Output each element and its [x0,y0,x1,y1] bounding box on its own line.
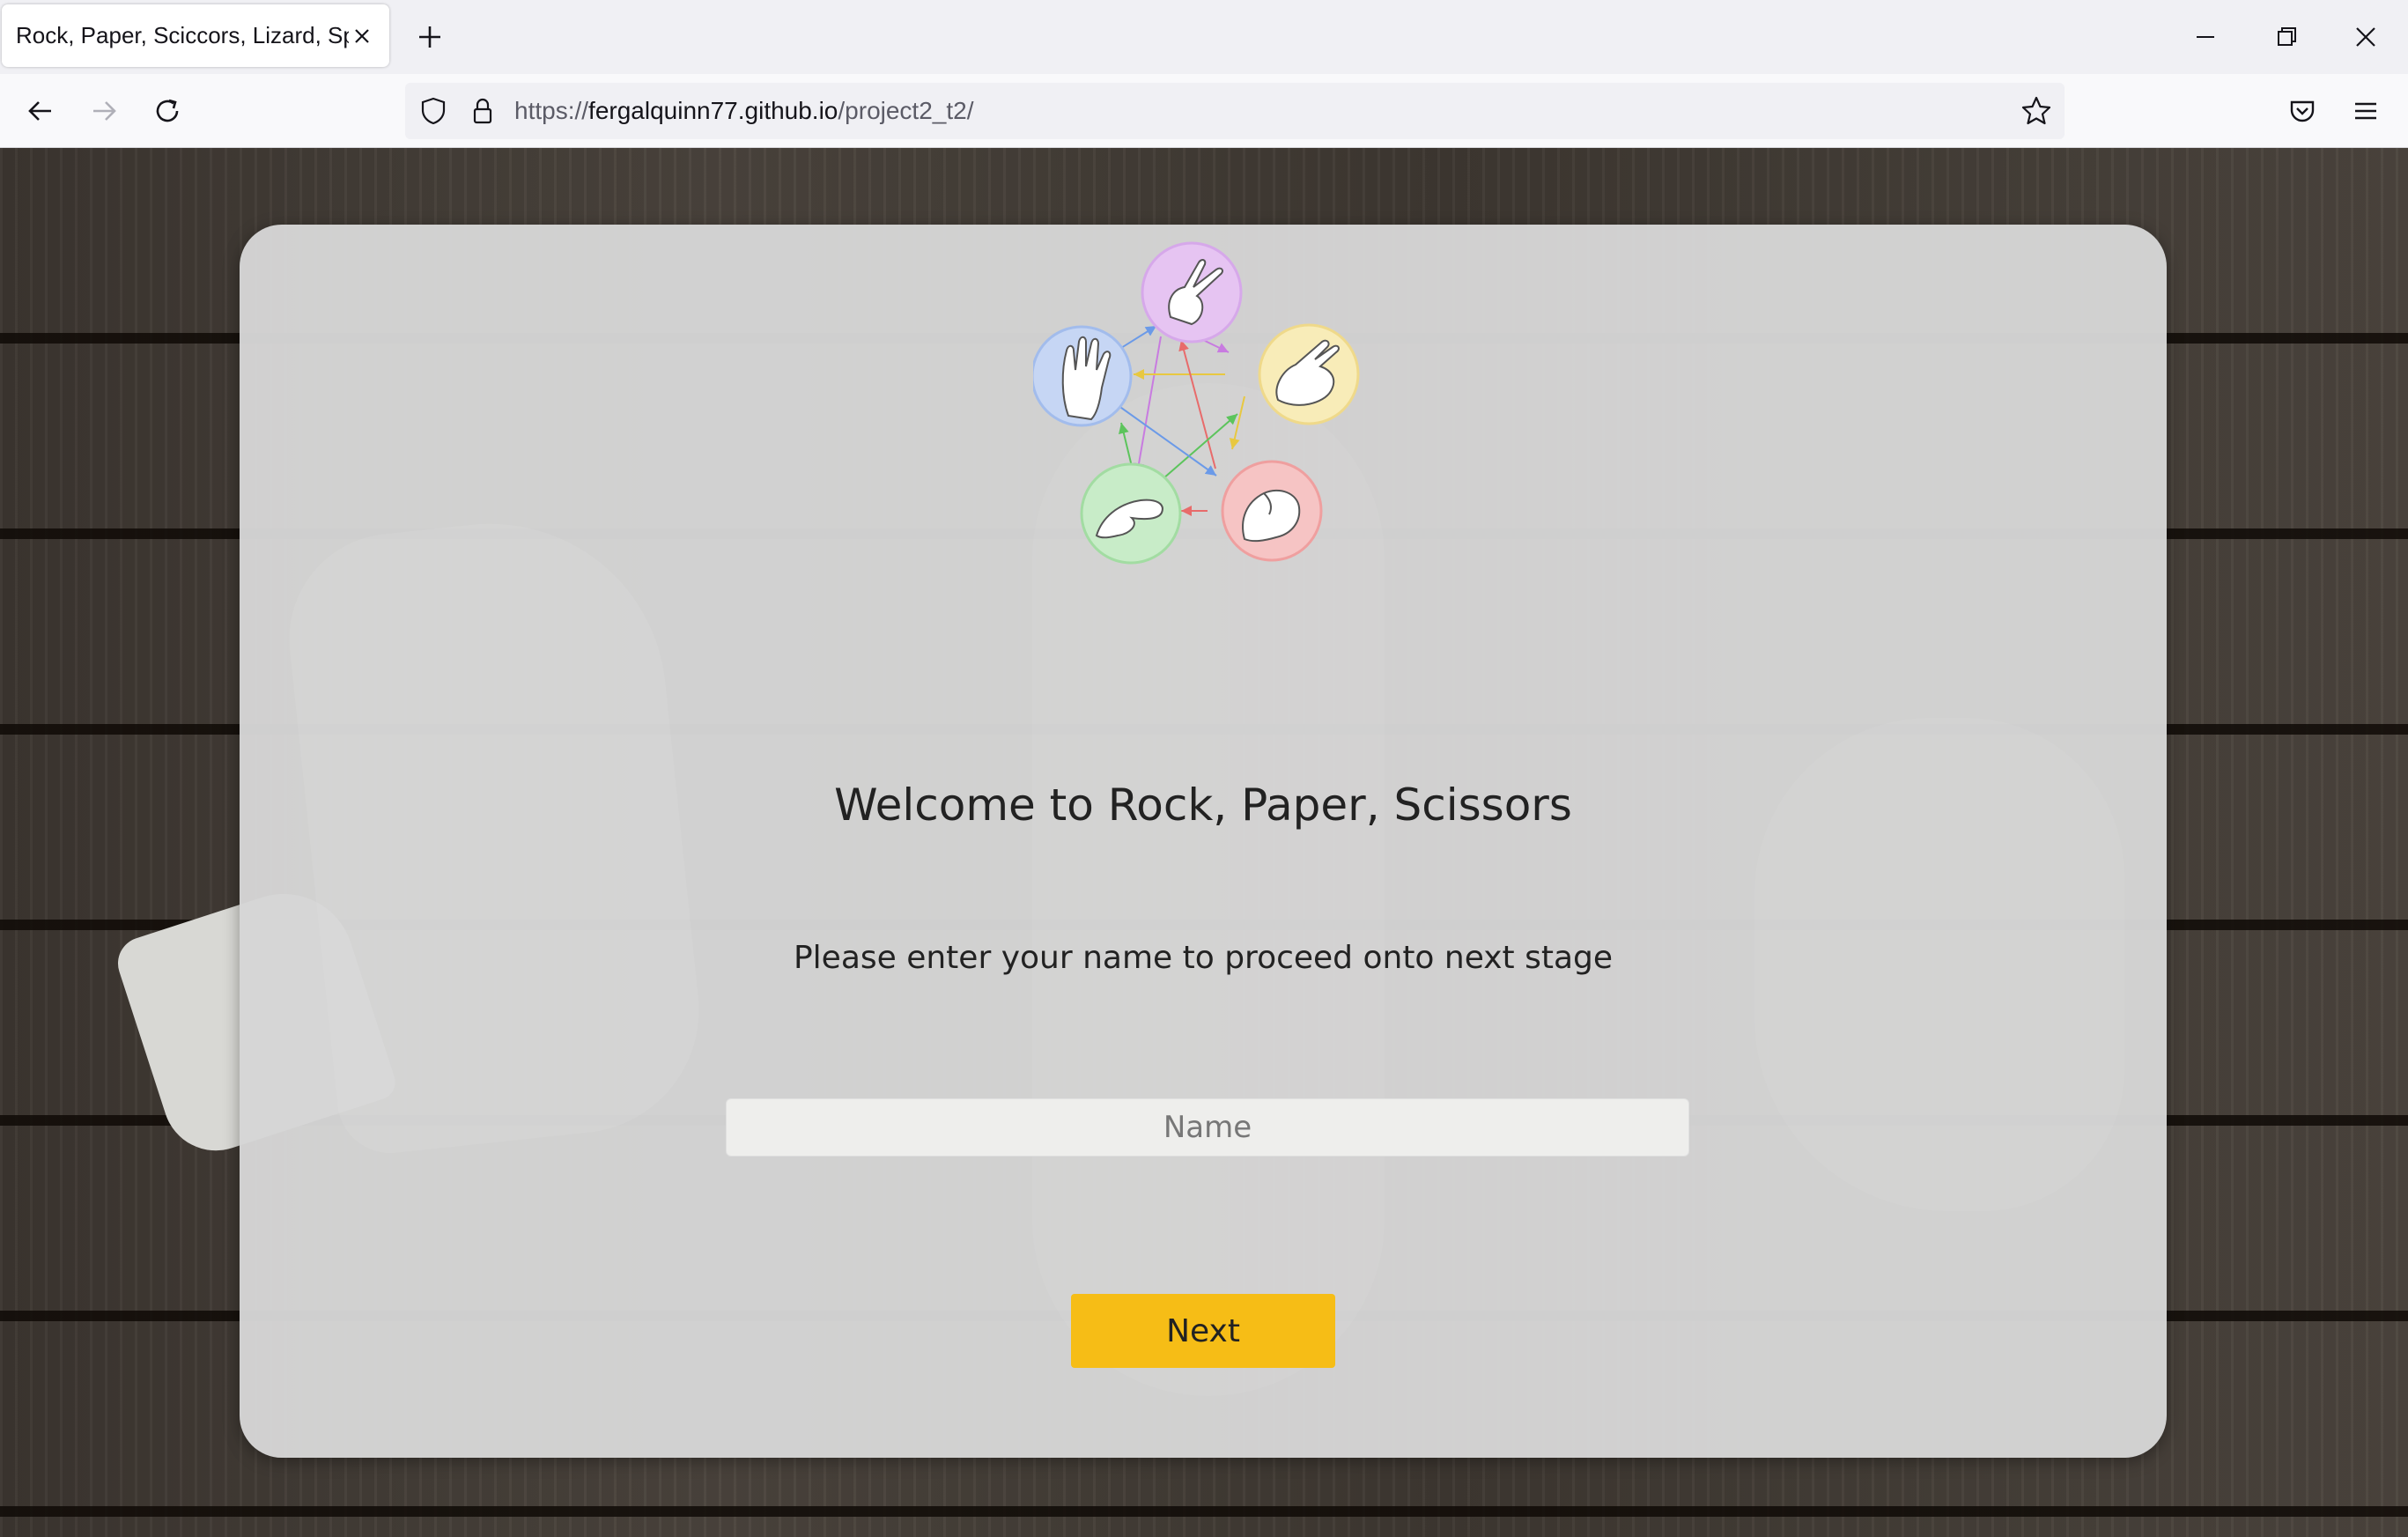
shield-icon[interactable] [417,95,449,127]
welcome-card: Welcome to Rock, Paper, Scissors Please … [240,225,2167,1458]
browser-tab-bar: Rock, Paper, Sciccors, Lizard, Spock [0,0,2408,74]
url-scheme: https:// [514,97,589,124]
url-bar[interactable]: https://fergalquinn77.github.io/project2… [405,83,2065,139]
close-tab-icon[interactable] [349,23,375,49]
close-window-icon[interactable] [2346,18,2385,56]
name-prompt: Please enter your name to proceed onto n… [793,940,1614,976]
pocket-icon[interactable] [2283,92,2322,130]
menu-icon[interactable] [2346,92,2385,130]
next-button[interactable]: Next [1071,1294,1335,1368]
watermark-paper [278,506,712,1159]
minimize-icon[interactable] [2186,18,2225,56]
paper-node [1258,323,1360,425]
url-host: fergalquinn77.github.io [588,97,838,124]
arrow-lizard-paper [1156,413,1238,485]
bookmark-star-icon[interactable] [2019,93,2054,129]
arrow-rock-scissors [1178,339,1216,469]
back-arrow-icon[interactable] [21,92,60,130]
rpsls-diagram-logo [1033,241,1360,565]
page-background: Welcome to Rock, Paper, Scissors Please … [0,148,2408,1537]
lizard-node [1080,462,1182,565]
browser-nav-bar: https://fergalquinn77.github.io/project2… [0,74,2408,148]
arrow-scissors-lizard [1134,336,1162,475]
scissors-node [1141,241,1243,344]
new-tab-icon[interactable] [412,19,447,55]
url-text[interactable]: https://fergalquinn77.github.io/project2… [514,97,974,125]
tab-title: Rock, Paper, Sciccors, Lizard, Spock [16,22,349,48]
lock-icon[interactable] [467,95,499,127]
reload-icon[interactable] [148,92,187,130]
name-input[interactable] [726,1098,1689,1156]
url-path: /project2_t2/ [838,97,974,124]
arrow-paper-rock [1229,395,1245,450]
spock-node [1033,325,1133,427]
page-title: Welcome to Rock, Paper, Scissors [834,780,1572,831]
restore-icon[interactable] [2267,18,2306,56]
browser-tab[interactable]: Rock, Paper, Sciccors, Lizard, Spock [2,4,389,67]
rock-node [1221,460,1323,562]
forward-arrow-icon[interactable] [85,92,123,130]
